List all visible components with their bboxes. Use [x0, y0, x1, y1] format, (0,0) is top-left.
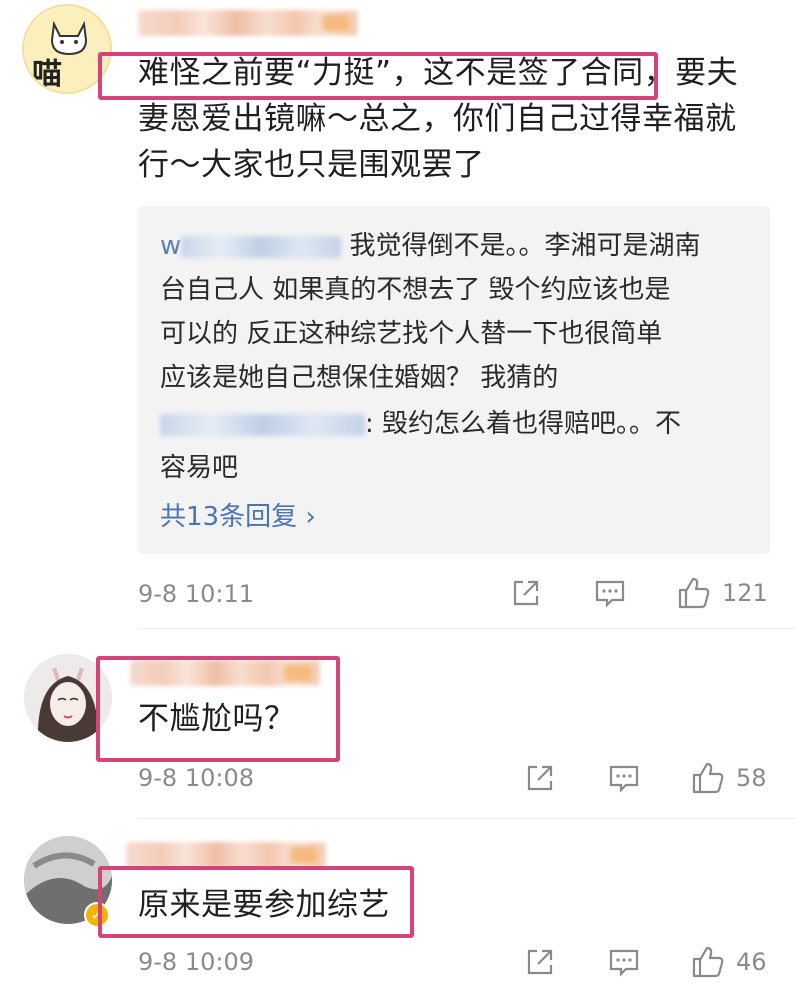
- divider: [138, 818, 795, 819]
- reply-text: 我觉得倒不是。。李湘可是湖南: [349, 231, 701, 261]
- comment-2: 不尴尬吗？ 9-8 10:08 58: [0, 630, 795, 820]
- comment-icon: [595, 580, 625, 608]
- reply-1: w 我觉得倒不是。。李湘可是湖南 台自己人 如果真的不想去了 毁个约应该也是 可…: [160, 224, 760, 400]
- like-button[interactable]: 46: [690, 944, 767, 980]
- comment-icon: [609, 949, 639, 977]
- reply-author[interactable]: [160, 409, 365, 439]
- comment-button[interactable]: [608, 946, 640, 978]
- comment-time: 9-8 10:09: [138, 948, 254, 976]
- comment-time: 9-8 10:08: [138, 764, 254, 792]
- thumbs-up-icon: [692, 946, 724, 978]
- reply-preview[interactable]: w 我觉得倒不是。。李湘可是湖南 台自己人 如果真的不想去了 毁个约应该也是 可…: [138, 206, 770, 554]
- like-button[interactable]: 58: [690, 760, 767, 796]
- comment-line: 妻恩爱出镜嘛～总之，你们自己过得幸福就: [138, 101, 737, 137]
- comment-3: ✓ 原来是要参加综艺 9-8 10:09 46: [0, 820, 795, 1000]
- blurred-username[interactable]: [126, 842, 326, 868]
- reply-text: 容易吧: [160, 453, 239, 483]
- comment-button[interactable]: [594, 577, 626, 609]
- comment-line: 行～大家也只是围观罢了: [138, 147, 485, 183]
- avatar-text: 喵: [32, 57, 62, 92]
- highlight-box: [98, 52, 658, 100]
- comment-button[interactable]: [608, 762, 640, 794]
- reply-text: 可以的 反正这种综艺找个人替一下也很简单: [160, 319, 663, 349]
- reply-text: : 毁约怎么着也得赔吧。。不: [365, 409, 682, 439]
- like-count: 58: [736, 764, 767, 792]
- share-button[interactable]: [524, 762, 556, 794]
- highlight-box: [96, 656, 340, 762]
- share-button[interactable]: [510, 577, 542, 609]
- share-button[interactable]: [524, 946, 556, 978]
- reply-author[interactable]: w: [160, 231, 342, 261]
- like-button[interactable]: 121: [676, 575, 768, 611]
- comment-time: 9-8 10:11: [138, 580, 254, 608]
- share-icon: [527, 949, 553, 975]
- comment-1: 喵 难怪之前要“力挺”，这不是签了合同，要夫 妻恩爱出镜嘛～总之，你们自己过得幸…: [0, 0, 795, 630]
- like-count: 46: [736, 948, 767, 976]
- like-count: 121: [722, 579, 768, 607]
- divider: [138, 628, 795, 629]
- more-replies-link[interactable]: 共13条回复 ›: [160, 496, 316, 533]
- blurred-username[interactable]: [138, 10, 358, 36]
- reply-text: 台自己人 如果真的不想去了 毁个约应该也是: [160, 275, 671, 305]
- thumbs-up-icon: [678, 577, 710, 609]
- share-icon: [513, 580, 539, 606]
- reply-text: 应该是她自己想保住婚姻？ 我猜的: [160, 363, 559, 393]
- highlight-box: [98, 866, 414, 938]
- thumbs-up-icon: [692, 762, 724, 794]
- share-icon: [527, 765, 553, 791]
- reply-2: : 毁约怎么着也得赔吧。。不 容易吧: [160, 402, 760, 490]
- comment-icon: [609, 765, 639, 793]
